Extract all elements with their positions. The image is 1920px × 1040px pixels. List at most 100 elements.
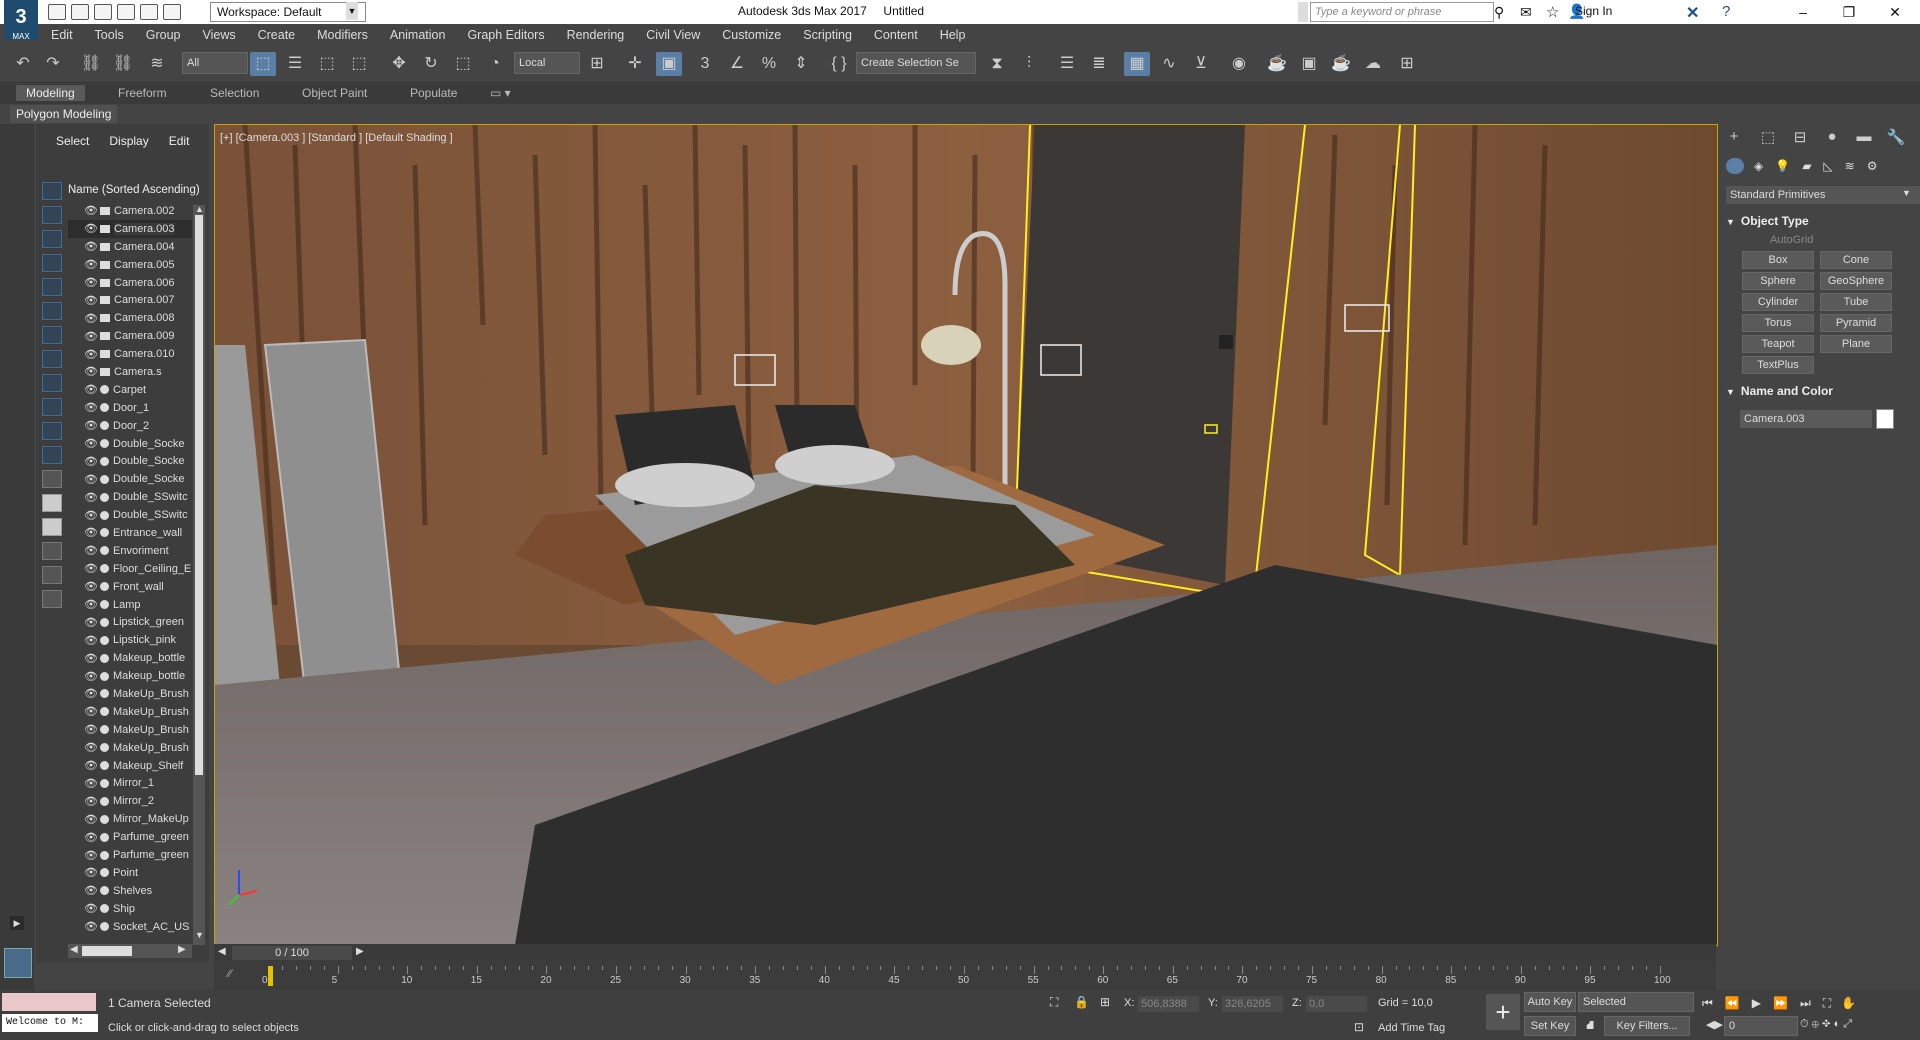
visibility-eye-icon[interactable]: 👁 [84, 401, 100, 414]
visibility-eye-icon[interactable]: 👁 [84, 616, 100, 629]
isolate-selection-icon[interactable]: ⛶ [1050, 995, 1058, 1010]
display-cameras-icon[interactable] [42, 254, 62, 272]
open-file-icon[interactable] [71, 4, 89, 20]
maximize-button[interactable]: ❐ [1826, 0, 1872, 24]
visibility-eye-icon[interactable]: 👁 [84, 777, 100, 790]
visibility-eye-icon[interactable]: 👁 [84, 258, 100, 271]
explorer-row[interactable]: 👁 MakeUp_Brush [68, 703, 192, 721]
filter-icon[interactable] [42, 566, 62, 584]
visibility-eye-icon[interactable]: 👁 [84, 652, 100, 665]
z-coordinate-field[interactable]: 0,0 [1306, 996, 1367, 1012]
explorer-row[interactable]: 👁 Front_wall [68, 578, 192, 596]
visibility-eye-icon[interactable]: 👁 [84, 598, 100, 611]
visibility-eye-icon[interactable]: 👁 [84, 526, 100, 539]
visibility-eye-icon[interactable]: 👁 [84, 491, 100, 504]
visibility-eye-icon[interactable]: 👁 [84, 240, 100, 253]
menu-help[interactable]: Help [940, 28, 966, 42]
next-frame-icon[interactable]: ⏩ [1773, 996, 1788, 1010]
object-color-swatch[interactable] [1876, 409, 1894, 429]
helpers-category-icon[interactable]: ◺ [1823, 159, 1832, 173]
visibility-eye-icon[interactable]: 👁 [84, 473, 100, 486]
selection-lock-icon[interactable]: 🔒 [1074, 995, 1089, 1009]
explorer-menu-display[interactable]: Display [109, 134, 148, 148]
explorer-row[interactable]: 👁 Camera.005 [68, 256, 192, 274]
explorer-row[interactable]: 👁 Lamp [68, 596, 192, 614]
align-icon[interactable]: ⫶ [1016, 52, 1042, 76]
favorites-icon[interactable]: ☆ [1546, 3, 1559, 21]
rectangular-selection-icon[interactable]: ⬚ [314, 52, 340, 76]
explorer-row[interactable]: 👁 Camera.006 [68, 274, 192, 292]
visibility-eye-icon[interactable]: 👁 [84, 348, 100, 361]
visibility-eye-icon[interactable]: 👁 [84, 312, 100, 325]
visibility-eye-icon[interactable]: 👁 [84, 705, 100, 718]
menu-scripting[interactable]: Scripting [803, 28, 852, 42]
toggle-ribbon-icon[interactable]: ≣ [1086, 52, 1112, 76]
scroll-up-icon[interactable]: ▲ [195, 204, 204, 214]
explorer-row[interactable]: 👁 Lipstick_green [68, 613, 192, 631]
visibility-eye-icon[interactable]: 👁 [84, 419, 100, 432]
key-mode-toggle-icon[interactable]: ◀▶ [1706, 1018, 1723, 1031]
utilities-panel-icon[interactable]: 🔧 [1886, 128, 1906, 146]
menu-customize[interactable]: Customize [722, 28, 781, 42]
redo-icon[interactable]: ↷ [40, 52, 66, 76]
visibility-eye-icon[interactable]: 👁 [84, 849, 100, 862]
bind-space-warp-icon[interactable]: ≋ [144, 52, 170, 76]
mini-curve-editor-icon[interactable]: ⁄⁄ [228, 968, 232, 980]
scale-icon[interactable]: ⬚ [450, 52, 476, 76]
set-key-plus-icon[interactable]: + [1486, 994, 1520, 1030]
horizontal-scroll-thumb[interactable] [82, 946, 132, 956]
lights-category-icon[interactable]: 💡 [1775, 159, 1790, 173]
select-by-name-icon[interactable]: ☰ [282, 52, 308, 76]
scene-explorer-icon[interactable]: ▦ [1124, 52, 1150, 76]
visibility-eye-icon[interactable]: 👁 [84, 670, 100, 683]
scroll-down-icon[interactable]: ▼ [195, 930, 204, 940]
chevron-down-icon[interactable]: ▼ [346, 2, 358, 20]
display-xrefs-icon[interactable] [42, 350, 62, 368]
space-warps-category-icon[interactable]: ≋ [1845, 159, 1855, 173]
reference-coordinate-dropdown[interactable]: Local [514, 52, 580, 74]
explorer-row[interactable]: 👁 MakeUp_Brush [68, 685, 192, 703]
explorer-row[interactable]: 👁 Socket_AC_US [68, 918, 192, 936]
explorer-scroll-thumb[interactable] [195, 215, 203, 775]
autogrid-checkbox[interactable]: AutoGrid [1770, 234, 1813, 246]
maxscript-listener-pink[interactable] [2, 993, 96, 1011]
explorer-row[interactable]: 👁 Double_Socke [68, 435, 192, 453]
auto-key-button[interactable]: Auto Key [1524, 992, 1576, 1012]
visibility-eye-icon[interactable]: 👁 [84, 330, 100, 343]
geosphere-button[interactable]: GeoSphere [1820, 272, 1892, 290]
workspace-selector[interactable]: Workspace: Default [210, 2, 366, 22]
key-filters-button[interactable]: Key Filters... [1604, 1016, 1690, 1036]
render-in-cloud-icon[interactable]: ☁ [1360, 52, 1386, 76]
explorer-row[interactable]: 👁 MakeUp_Brush [68, 721, 192, 739]
display-groups-icon[interactable] [42, 326, 62, 344]
cylinder-button[interactable]: Cylinder [1742, 293, 1814, 311]
communication-center-icon[interactable]: ✉ [1520, 4, 1532, 21]
visibility-eye-icon[interactable]: 👁 [84, 723, 100, 736]
pan-view-icon[interactable]: ✋ [1841, 996, 1856, 1010]
explorer-row[interactable]: 👁 Point [68, 864, 192, 882]
time-configuration-icon[interactable]: ⏱ ⊕ ✥ ◐ ⤢ [1800, 1018, 1852, 1031]
maxscript-listener-input[interactable]: Welcome to M: [2, 1014, 98, 1032]
y-coordinate-field[interactable]: 326,6205 [1222, 996, 1283, 1012]
named-selection-dropdown[interactable]: Create Selection Se [856, 52, 976, 74]
visibility-eye-icon[interactable]: 👁 [84, 455, 100, 468]
visibility-eye-icon[interactable]: 👁 [84, 383, 100, 396]
explorer-row[interactable]: 👁 Parfume_green [68, 846, 192, 864]
layer-explorer-icon[interactable]: ☰ [1054, 52, 1080, 76]
angle-snap-icon[interactable]: ∠ [724, 52, 750, 76]
zoom-extents-icon[interactable]: ⛶ [1823, 996, 1831, 1011]
create-panel-icon[interactable]: + [1724, 128, 1744, 146]
cameras-category-icon[interactable]: ▰ [1802, 159, 1811, 173]
explorer-row[interactable]: 👁 Mirror_1 [68, 775, 192, 793]
spinner-snap-icon[interactable]: ⇕ [788, 52, 814, 76]
ribbon-options-icon[interactable]: ▭ ▾ [490, 86, 511, 100]
app-logo[interactable]: 3 MAX [4, 0, 38, 41]
sphere-button[interactable]: Sphere [1742, 272, 1814, 290]
minimize-button[interactable]: – [1780, 0, 1826, 24]
go-to-start-icon[interactable]: ⏮ [1702, 996, 1713, 1011]
rotate-icon[interactable]: ↻ [418, 52, 444, 76]
name-and-color-rollout[interactable]: ▼ Name and Color [1726, 384, 1918, 402]
explorer-row[interactable]: 👁 Camera.s [68, 363, 192, 381]
shapes-category-icon[interactable]: ◈ [1754, 159, 1763, 173]
window-crossing-icon[interactable]: ⬚ [346, 52, 372, 76]
